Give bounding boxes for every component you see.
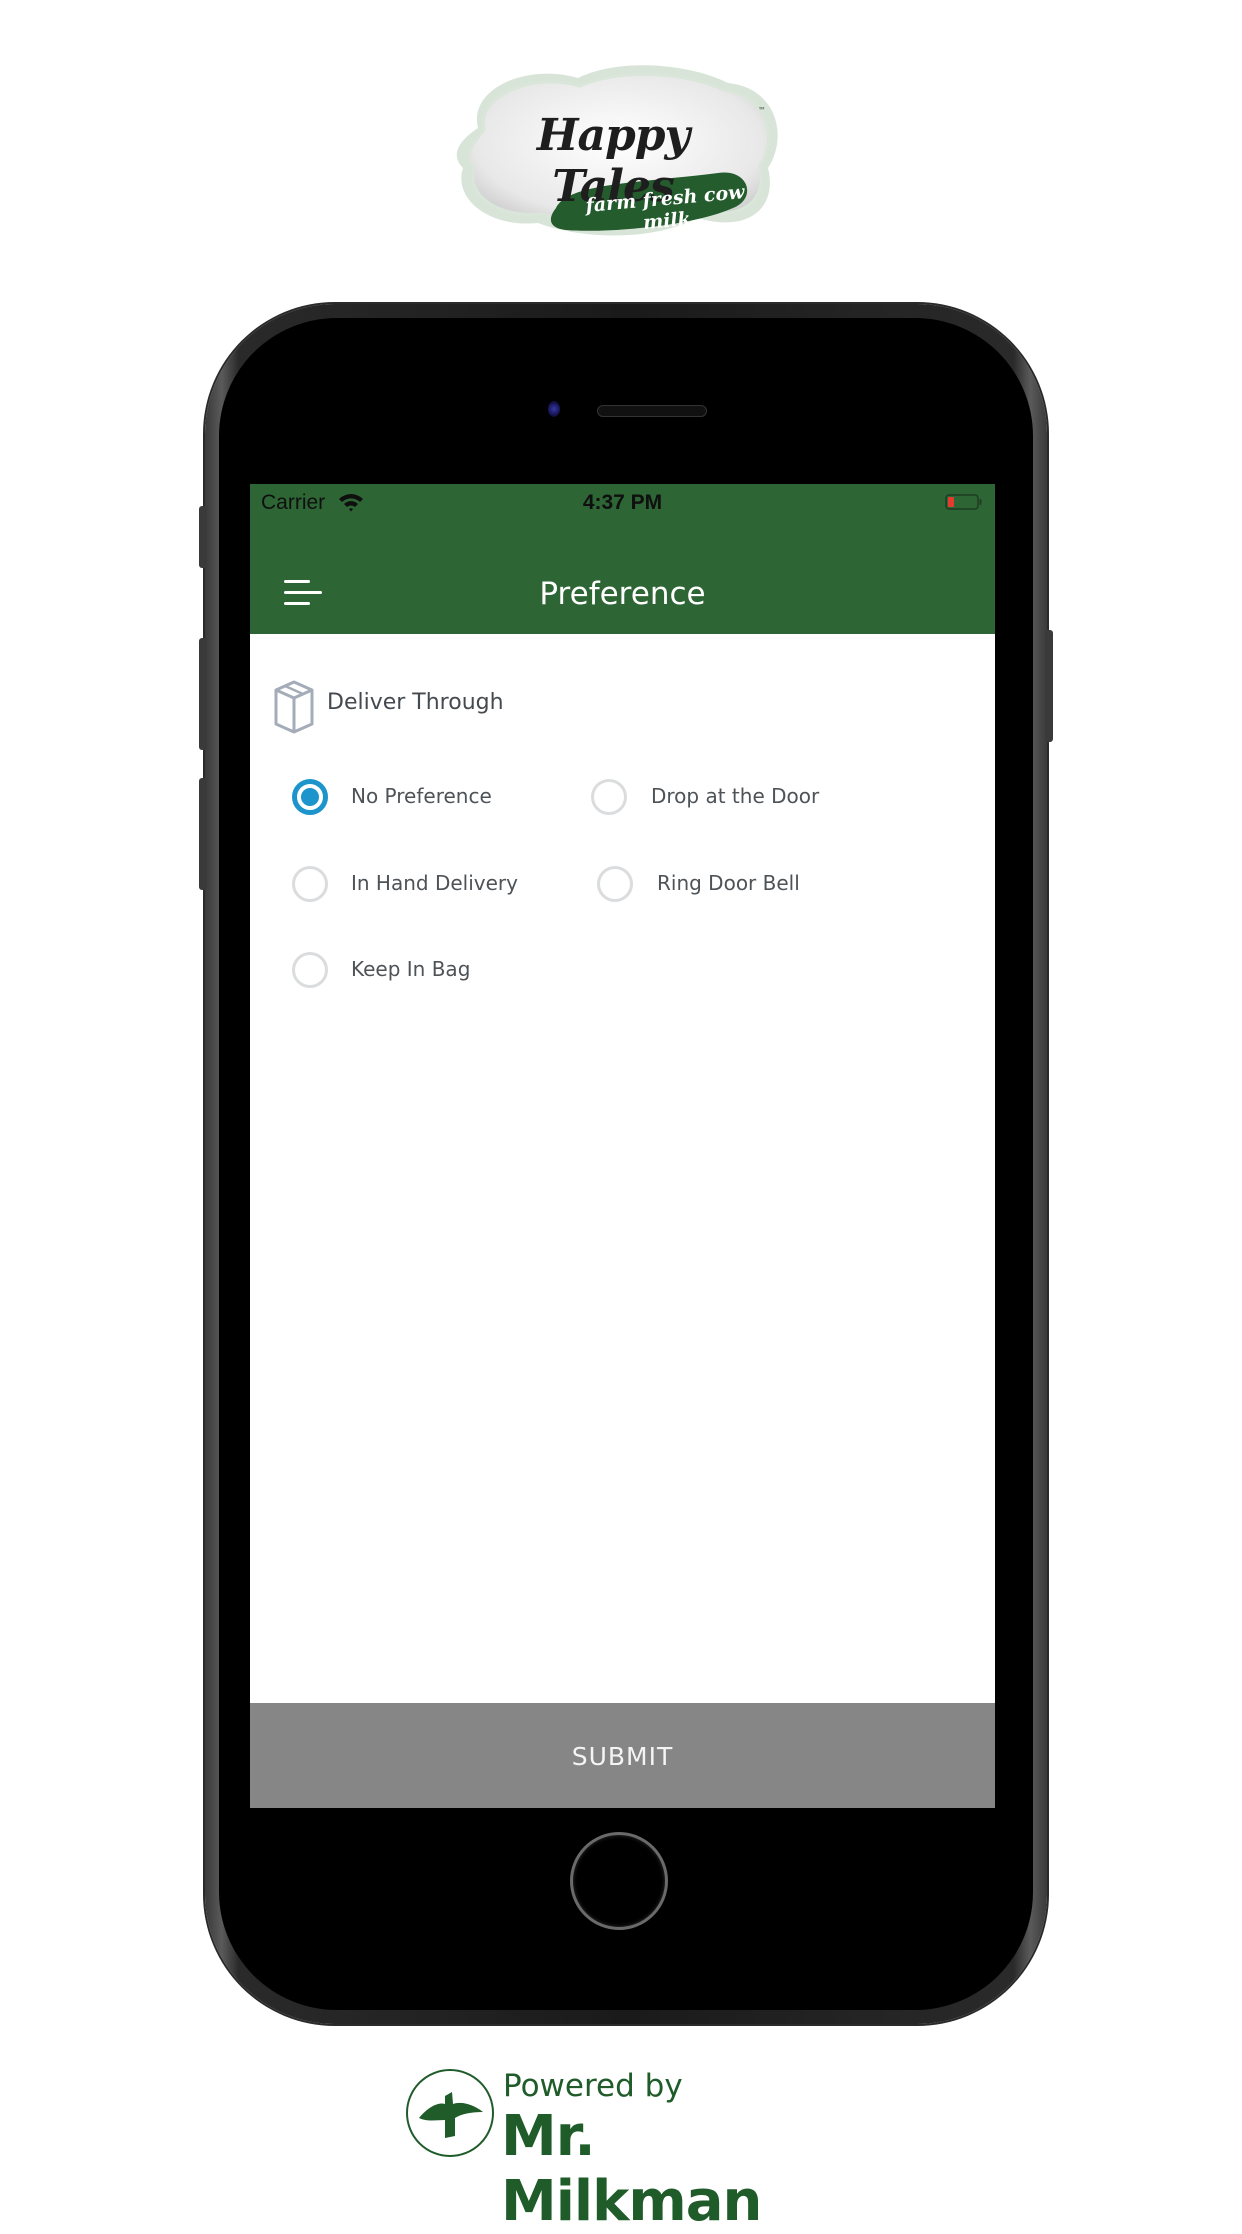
radio-label: No Preference (351, 784, 492, 808)
battery-low-icon (945, 494, 982, 510)
app-screen: Carrier 4:37 PM Preference Deliver Throu… (250, 484, 995, 1808)
status-time: 4:37 PM (582, 491, 663, 514)
mute-switch (199, 506, 207, 568)
page-title: Preference (539, 576, 706, 612)
status-bar: Carrier 4:37 PM (250, 484, 995, 524)
radio-button[interactable] (292, 952, 328, 988)
volume-up-button (199, 638, 207, 750)
earpiece-speaker (597, 405, 707, 417)
volume-down-button (199, 778, 207, 890)
home-button[interactable] (570, 1832, 668, 1930)
radio-button[interactable] (292, 779, 328, 815)
trademark-symbol: ™ (758, 106, 766, 115)
mr-milkman-bird-icon (406, 2069, 494, 2157)
front-camera (548, 401, 560, 417)
radio-label: Keep In Bag (351, 957, 471, 981)
happy-tales-logo: Happy Tales ™ farm fresh cow milk (448, 58, 792, 248)
deliver-through-header: Deliver Through (272, 678, 672, 738)
company-name: Mr. Milkman (501, 2104, 762, 2234)
radio-button[interactable] (597, 866, 633, 902)
submit-button[interactable]: SUBMIT (250, 1703, 995, 1808)
radio-button[interactable] (591, 779, 627, 815)
power-button (1045, 630, 1053, 742)
powered-by-footer: Powered by Mr. Milkman (405, 2068, 835, 2234)
navigation-bar: Preference (250, 524, 995, 634)
box-icon (274, 680, 314, 734)
radio-label: In Hand Delivery (351, 871, 518, 895)
radio-label: Ring Door Bell (657, 871, 800, 895)
radio-label: Drop at the Door (651, 784, 820, 808)
radio-button[interactable] (292, 866, 328, 902)
section-title: Deliver Through (327, 690, 504, 715)
powered-by-label: Powered by (503, 2068, 683, 2104)
